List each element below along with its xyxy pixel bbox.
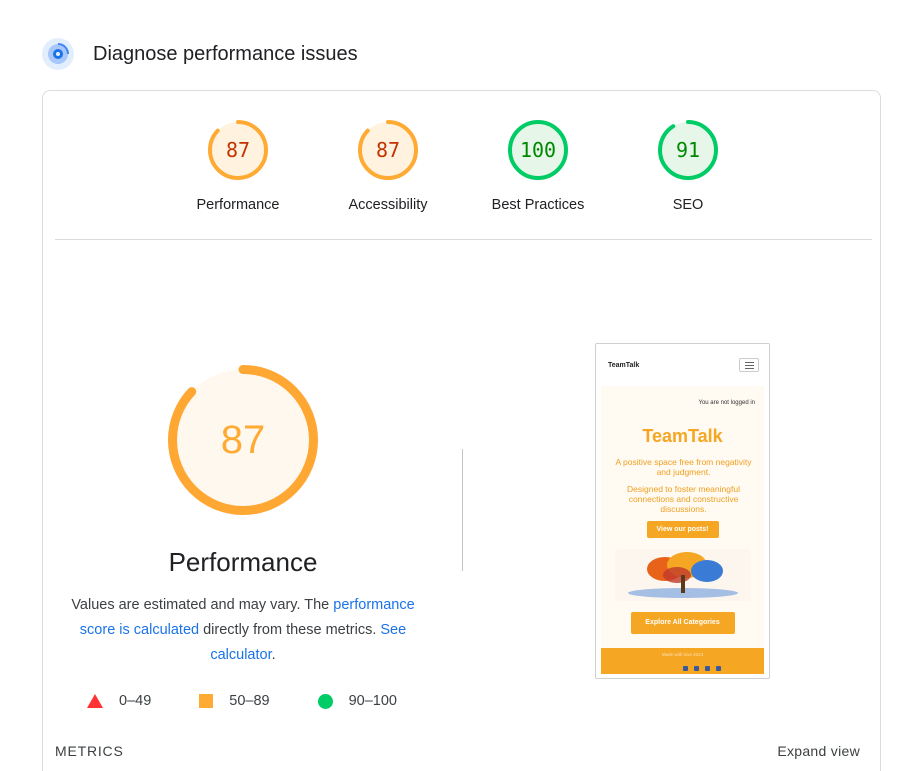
gauge-label: Accessibility [348, 197, 428, 213]
legend-pass: 90–100 [317, 693, 397, 709]
gauge-score: 100 [520, 138, 556, 162]
screenshot-footer-text: Made with love 2024 [661, 652, 704, 657]
diagnose-icon [42, 38, 74, 70]
page-screenshot: TeamTalk You are not logged in TeamTalk … [595, 343, 770, 679]
screenshot-title: TeamTalk [642, 426, 723, 446]
gauge-accessibility[interactable]: 87 Accessibility [323, 119, 453, 213]
hamburger-menu-icon [739, 358, 759, 372]
screenshot-footer: Made with love 2024 [601, 648, 764, 674]
desc-text: Values are estimated and may vary. The [71, 597, 334, 613]
legend-range: 90–100 [348, 693, 397, 709]
category-gauges: 87 Performance 87 Accessibility 100 Best… [43, 119, 880, 219]
screenshot-mission: Designed to foster meaningful connection… [627, 484, 740, 514]
screenshot-logo: TeamTalk [608, 362, 640, 369]
performance-score-gauge: 87 [168, 365, 318, 515]
performance-description: Values are estimated and may vary. The p… [61, 593, 425, 668]
legend-range: 50–89 [229, 693, 270, 709]
score-legend: 0–49 50–89 90–100 [87, 693, 445, 709]
metrics-label: METRICS [55, 743, 124, 759]
desc-text: directly from these metrics. [199, 622, 381, 638]
screenshot-tagline: A positive space free from negativity an… [615, 457, 752, 477]
gauge-ring: 87 [358, 120, 418, 180]
gauge-best-practices[interactable]: 100 Best Practices [473, 119, 603, 213]
desc-text: . [271, 647, 276, 663]
gauge-label: Performance [196, 197, 280, 213]
gauge-score: 91 [676, 138, 700, 162]
square-icon [199, 694, 214, 708]
vertical-divider [462, 449, 463, 571]
screenshot-view-posts-button: View our posts! [646, 521, 719, 538]
divider [55, 239, 872, 240]
gauge-ring: 100 [508, 120, 568, 180]
screenshot-login-status: You are not logged in [698, 400, 756, 406]
gauge-label: SEO [672, 197, 704, 213]
gauge-ring: 87 [208, 120, 268, 180]
section-title: Diagnose performance issues [93, 43, 358, 65]
gauge-score: 87 [226, 138, 250, 162]
legend-range: 0–49 [119, 693, 152, 709]
gauge-ring: 91 [658, 120, 718, 180]
gauge-seo[interactable]: 91 SEO [623, 119, 753, 213]
triangle-icon [87, 694, 103, 708]
section-header: Diagnose performance issues [42, 38, 358, 70]
screenshot-explore-button: Explore All Categories [630, 612, 735, 634]
circle-icon [317, 693, 333, 709]
gauge-score: 87 [376, 138, 400, 162]
expand-view-toggle[interactable]: Expand view [777, 743, 860, 759]
tree-illustration [615, 549, 751, 601]
gauge-score: 87 [221, 418, 266, 462]
screenshot-navbar: TeamTalk [596, 344, 769, 386]
report-card: 87 Performance 87 Accessibility 100 Best… [42, 90, 881, 771]
social-icons [683, 666, 727, 671]
legend-fail: 0–49 [87, 693, 151, 709]
performance-title: Performance [168, 547, 318, 577]
gauge-performance[interactable]: 87 Performance [173, 119, 303, 213]
gauge-label: Best Practices [491, 197, 585, 213]
legend-average: 50–89 [199, 693, 270, 709]
